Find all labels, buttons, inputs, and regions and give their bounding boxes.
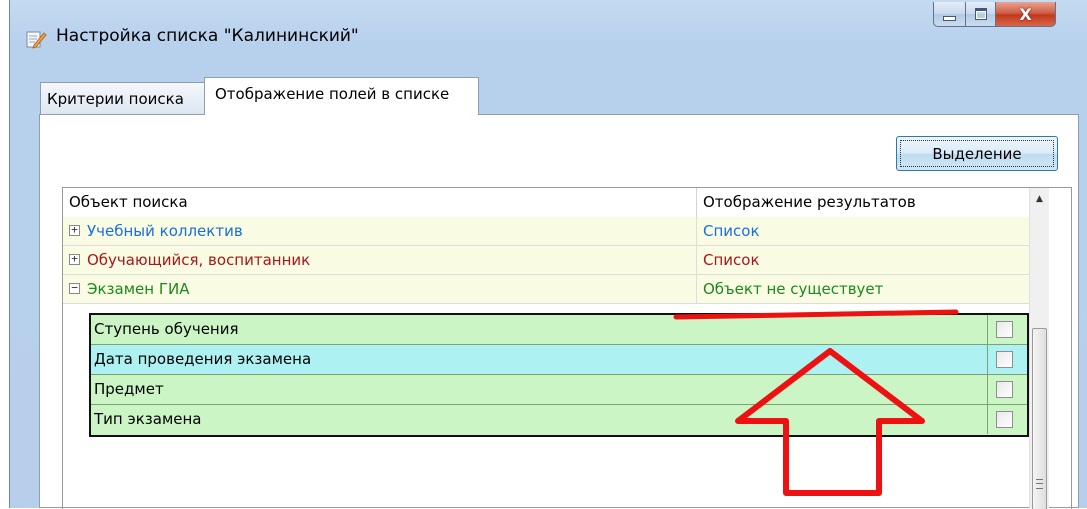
dialog-window: Настройка списка "Калининский" X Критери… [9,0,1087,509]
window-title: Настройка списка "Калининский" [56,26,359,46]
tab-label: Отображение полей в списке [215,85,450,103]
close-button[interactable]: X [995,2,1056,27]
vertical-scrollbar[interactable]: ▲ [1029,188,1049,509]
search-object-grid: Объект поиска Отображение результатов + … [62,187,1072,509]
field-label: Предмет [94,380,164,398]
list-item[interactable]: Тип экзамена [91,405,1027,435]
scroll-thumb[interactable] [1032,328,1047,509]
row-object-name: Учебный коллектив [87,222,243,240]
cell-divider [987,345,988,374]
field-label: Дата проведения экзамена [94,350,312,368]
field-checkbox[interactable] [996,381,1013,398]
row-display-value[interactable]: Объект не существует [703,275,883,303]
minimize-button[interactable] [933,2,966,27]
table-row[interactable]: − Экзамен ГИА Объект не существует [63,275,1029,304]
tab-panel: Выделение Объект поиска Отображение резу… [39,114,1079,509]
cell-divider [987,405,988,434]
list-item[interactable]: Предмет [91,375,1027,405]
expand-icon[interactable]: + [69,224,80,236]
row-object-name: Экзамен ГИА [87,280,190,298]
row-display-value[interactable]: Список [703,217,760,245]
field-label: Тип экзамена [94,410,202,428]
column-header-search-object[interactable]: Объект поиска [63,188,696,217]
field-label: Ступень обучения [94,320,239,338]
grip-icon [1036,479,1043,489]
column-header-result-display[interactable]: Отображение результатов [697,188,1027,217]
cell-divider [987,375,988,404]
minimize-icon [943,16,956,21]
tab-field-display[interactable]: Отображение полей в списке [204,77,479,115]
maximize-icon [974,8,987,20]
focus-rectangle [900,140,1054,167]
table-row[interactable]: + Обучающийся, воспитанник Список [63,246,1029,275]
edit-list-icon [26,31,47,49]
maximize-button[interactable] [965,2,996,27]
row-object-name: Обучающийся, воспитанник [87,251,311,269]
scroll-up-arrow-icon[interactable]: ▲ [1030,188,1049,210]
table-row[interactable]: + Учебный коллектив Список [63,217,1029,246]
cell-divider [696,275,697,303]
selection-button[interactable]: Выделение [896,136,1058,171]
cell-divider [696,217,697,245]
tab-search-criteria[interactable]: Критерии поиска [40,82,206,114]
row-display-value[interactable]: Список [703,246,760,274]
field-checkbox[interactable] [996,411,1013,428]
cell-divider [696,246,697,274]
tab-label: Критерии поиска [47,90,184,108]
title-bar[interactable]: Настройка списка "Калининский" X [10,0,1087,60]
expand-icon[interactable]: + [69,253,80,265]
field-checkbox[interactable] [996,321,1013,338]
close-icon: X [1019,4,1032,24]
list-item[interactable]: Ступень обучения [91,315,1027,345]
list-item[interactable]: Дата проведения экзамена [91,345,1027,375]
cell-divider [987,315,988,344]
exam-fields-subtable: Ступень обучения Дата проведения экзамен… [89,313,1029,437]
grid-header: Объект поиска Отображение результатов [63,188,1029,218]
field-checkbox[interactable] [996,351,1013,368]
collapse-icon[interactable]: − [69,282,80,294]
